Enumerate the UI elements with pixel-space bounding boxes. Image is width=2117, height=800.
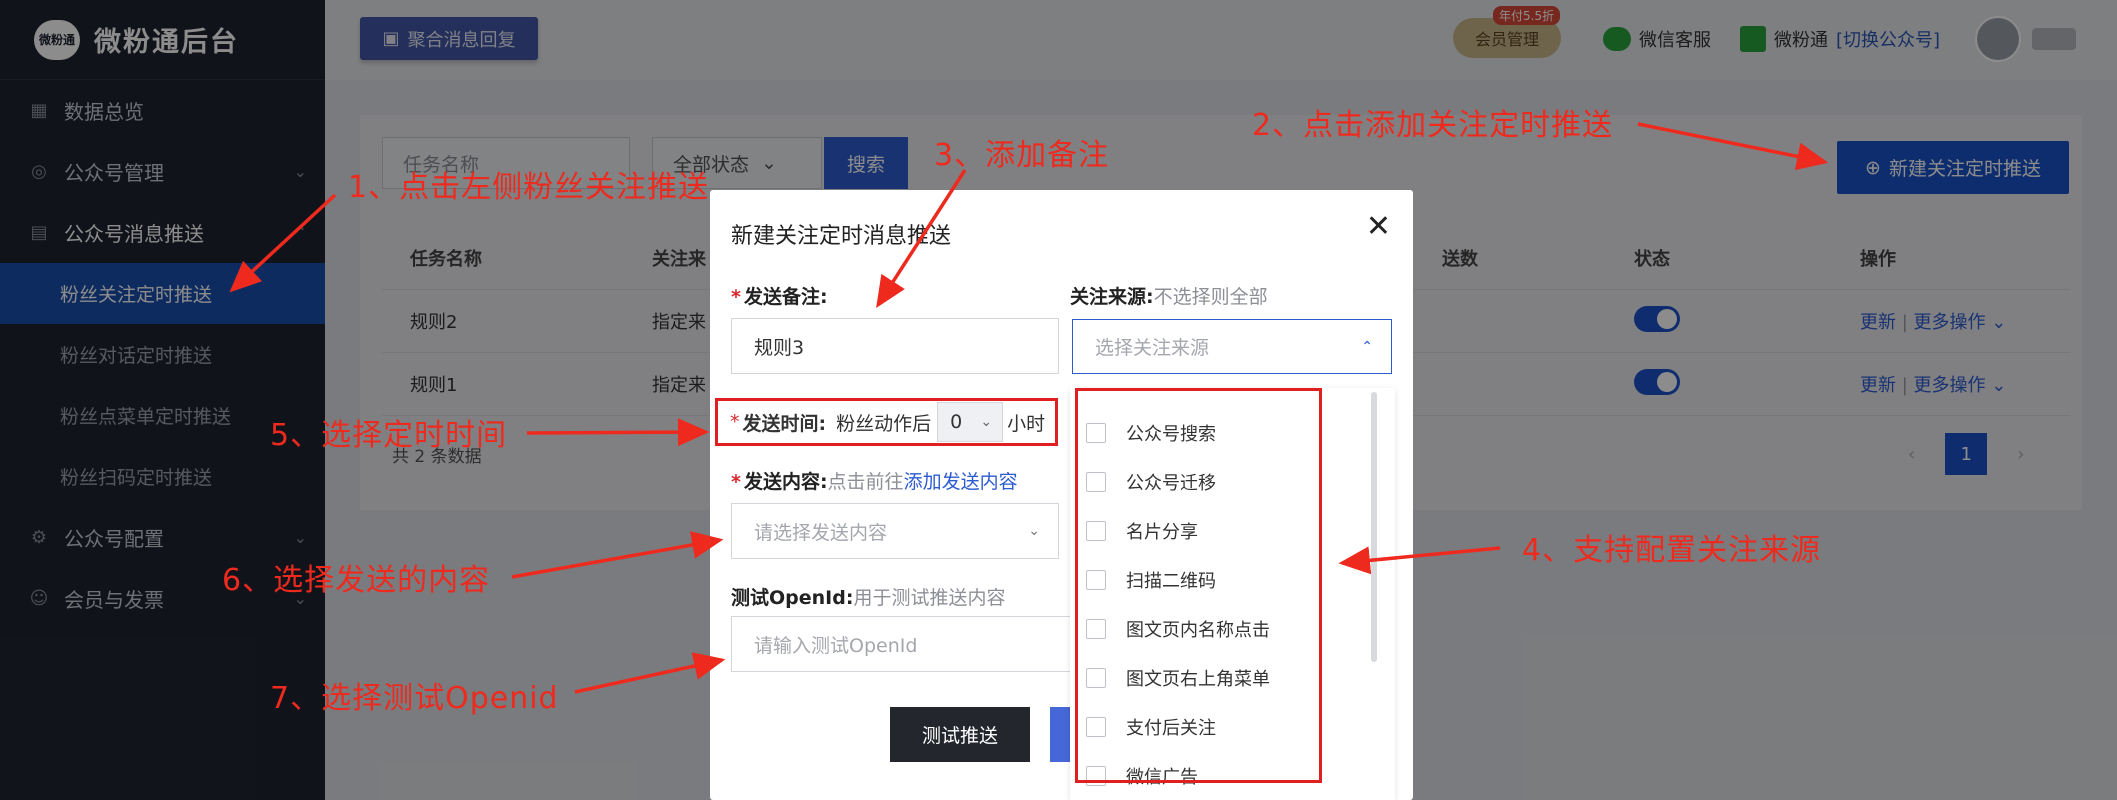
- annotation-3: 3、添加备注: [934, 138, 1110, 173]
- annotation-5: 5、选择定时时间: [270, 418, 508, 453]
- annotation-6: 6、选择发送的内容: [222, 563, 491, 598]
- annotation-2: 2、点击添加关注定时推送: [1252, 108, 1614, 143]
- annotation-4: 4、支持配置关注来源: [1522, 533, 1822, 568]
- annotation-7: 7、选择测试Openid: [270, 681, 559, 716]
- annotation-1: 1、点击左侧粉丝关注推送: [348, 170, 710, 205]
